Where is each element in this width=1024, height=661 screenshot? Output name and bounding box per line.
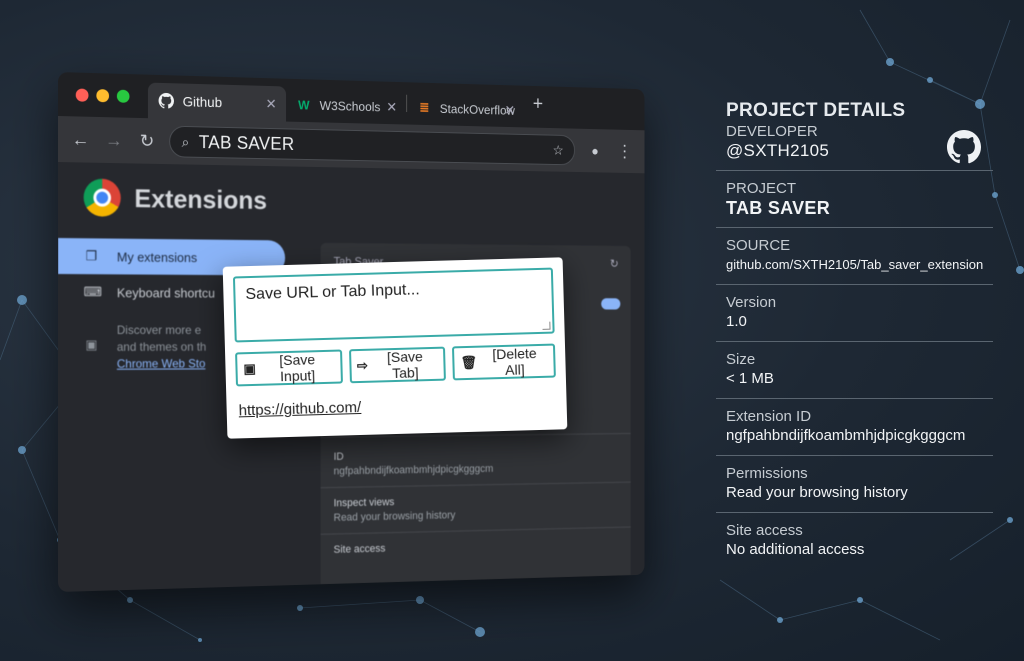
project-details-panel: PROJECT DETAILS DEVELOPER @SXTH2105 PROJ… bbox=[716, 100, 993, 569]
extension-id-label: Extension ID bbox=[726, 408, 812, 425]
card-site-access-row: Site access bbox=[334, 542, 386, 558]
permissions-label: Permissions bbox=[726, 465, 808, 482]
version-value: 1.0 bbox=[726, 313, 747, 330]
source-section: SOURCE github.com/SXTH2105/Tab_saver_ext… bbox=[716, 228, 993, 285]
extension-id-section: Extension ID ngfpahbndijfkoambmhjdpicgkg… bbox=[716, 399, 993, 456]
site-access-value: No additional access bbox=[726, 541, 865, 558]
version-section: Version 1.0 bbox=[716, 285, 993, 342]
site-access-section: Site access No additional access bbox=[716, 513, 993, 569]
tab-w3schools[interactable]: W W3Schools ✕ bbox=[286, 87, 406, 125]
tab-stackoverflow-label: StackOverflow bbox=[439, 100, 515, 118]
discover-line-1: Discover more e bbox=[116, 323, 202, 337]
discover-line-2: and themes on th bbox=[116, 339, 207, 354]
permissions-section: Permissions Read your browsing history bbox=[716, 456, 993, 513]
url-input[interactable]: Save URL or Tab Input... bbox=[232, 267, 555, 343]
save-input-button[interactable]: ▣ [Save Input] bbox=[235, 349, 343, 387]
close-window-button[interactable] bbox=[75, 88, 89, 102]
saved-url-link[interactable]: https://github.com/ bbox=[236, 394, 556, 420]
tab-export-icon: ⇨ bbox=[356, 357, 369, 374]
panel-title: PROJECT DETAILS bbox=[726, 100, 906, 121]
star-icon[interactable]: ☆ bbox=[553, 142, 564, 158]
floppy-disk-icon: ▣ bbox=[243, 360, 257, 377]
card-inspect-value: Read your browsing history bbox=[333, 509, 456, 524]
save-input-label: [Save Input] bbox=[279, 351, 316, 385]
panel-header-section: PROJECT DETAILS DEVELOPER @SXTH2105 bbox=[716, 100, 993, 171]
address-bar[interactable]: ⌕ TAB SAVER ☆ bbox=[169, 125, 576, 166]
github-icon bbox=[158, 92, 175, 110]
profile-icon[interactable]: ● bbox=[586, 143, 605, 158]
chrome-web-store-link[interactable]: Chrome Web Sto bbox=[117, 356, 206, 373]
resize-handle[interactable] bbox=[542, 321, 551, 330]
extensions-header: Extensions bbox=[58, 162, 644, 239]
size-label: Size bbox=[726, 351, 756, 368]
project-label: PROJECT bbox=[726, 180, 797, 197]
github-icon[interactable] bbox=[947, 130, 981, 164]
chrome-logo-icon bbox=[83, 178, 121, 217]
popup-buttons: ▣ [Save Input] ⇨ [Save Tab] 🗑 [Delete Al… bbox=[235, 343, 556, 387]
project-value: TAB SAVER bbox=[726, 198, 831, 218]
new-tab-button[interactable]: + bbox=[524, 93, 552, 121]
save-tab-button[interactable]: ⇨ [Save Tab] bbox=[348, 346, 446, 384]
card-id-value: ngfpahbndijfkoambmhjdpicgkgggcm bbox=[333, 463, 494, 478]
sidebar-item-label: My extensions bbox=[116, 249, 198, 265]
stackoverflow-icon: ≣ bbox=[419, 99, 430, 115]
close-icon[interactable]: ✕ bbox=[266, 95, 277, 112]
address-text: TAB SAVER bbox=[198, 131, 295, 154]
tab-github[interactable]: Github ✕ bbox=[147, 82, 287, 122]
delete-all-label: [Delete All] bbox=[492, 345, 537, 378]
w3schools-icon: W bbox=[298, 97, 310, 112]
url-input-placeholder: Save URL or Tab Input... bbox=[245, 281, 420, 304]
trash-icon: 🗑 bbox=[460, 354, 478, 371]
project-section: PROJECT TAB SAVER bbox=[716, 171, 993, 228]
back-icon[interactable]: ← bbox=[70, 129, 92, 150]
card-inspect-row: Inspect views Read your browsing history bbox=[334, 494, 456, 525]
size-value: < 1 MB bbox=[726, 370, 774, 387]
tab-github-label: Github bbox=[182, 93, 223, 111]
delete-all-button[interactable]: 🗑 [Delete All] bbox=[451, 343, 556, 381]
keyboard-icon: ⌨ bbox=[83, 284, 102, 300]
close-icon[interactable]: ✕ bbox=[386, 99, 397, 116]
menu-icon[interactable]: ⋮ bbox=[615, 141, 634, 161]
window-controls bbox=[75, 88, 130, 103]
divider bbox=[320, 526, 631, 535]
extensions-title: Extensions bbox=[134, 182, 267, 215]
extension-id-value: ngfpahbndijfkoambmhjdpicgkgggcm bbox=[726, 427, 966, 444]
version-label: Version bbox=[726, 294, 777, 311]
card-id-row: ID ngfpahbndijfkoambmhjdpicgkgggcm bbox=[334, 448, 494, 479]
sidebar-item-label: Keyboard shortcu bbox=[116, 284, 216, 301]
card-site-access-label: Site access bbox=[333, 542, 386, 556]
reload-icon[interactable]: ↻ bbox=[136, 130, 157, 151]
divider bbox=[320, 481, 631, 489]
search-icon: ⌕ bbox=[181, 133, 190, 150]
size-section: Size < 1 MB bbox=[716, 342, 993, 399]
puzzle-icon: ❒ bbox=[85, 248, 98, 264]
source-label: SOURCE bbox=[726, 237, 791, 254]
close-icon[interactable]: ✕ bbox=[505, 102, 515, 118]
store-icon: ▣ bbox=[85, 336, 98, 352]
developer-label: DEVELOPER bbox=[726, 123, 818, 140]
tab-w3schools-label: W3Schools bbox=[319, 97, 381, 114]
permissions-value: Read your browsing history bbox=[726, 484, 908, 501]
developer-value: @SXTH2105 bbox=[726, 141, 830, 160]
site-access-label: Site access bbox=[726, 522, 803, 539]
extension-toggle[interactable] bbox=[601, 298, 621, 310]
extension-popup: Save URL or Tab Input... ▣ [Save Input] … bbox=[222, 257, 568, 439]
minimize-window-button[interactable] bbox=[96, 89, 110, 103]
tab-stackoverflow[interactable]: ≣ StackOverflow ✕ bbox=[407, 90, 524, 127]
refresh-icon[interactable]: ↻ bbox=[610, 257, 619, 270]
forward-icon[interactable]: → bbox=[103, 130, 124, 151]
save-tab-label: [Save Tab] bbox=[386, 348, 424, 382]
source-value[interactable]: github.com/SXTH2105/Tab_saver_extension bbox=[726, 255, 983, 275]
maximize-window-button[interactable] bbox=[116, 89, 130, 103]
